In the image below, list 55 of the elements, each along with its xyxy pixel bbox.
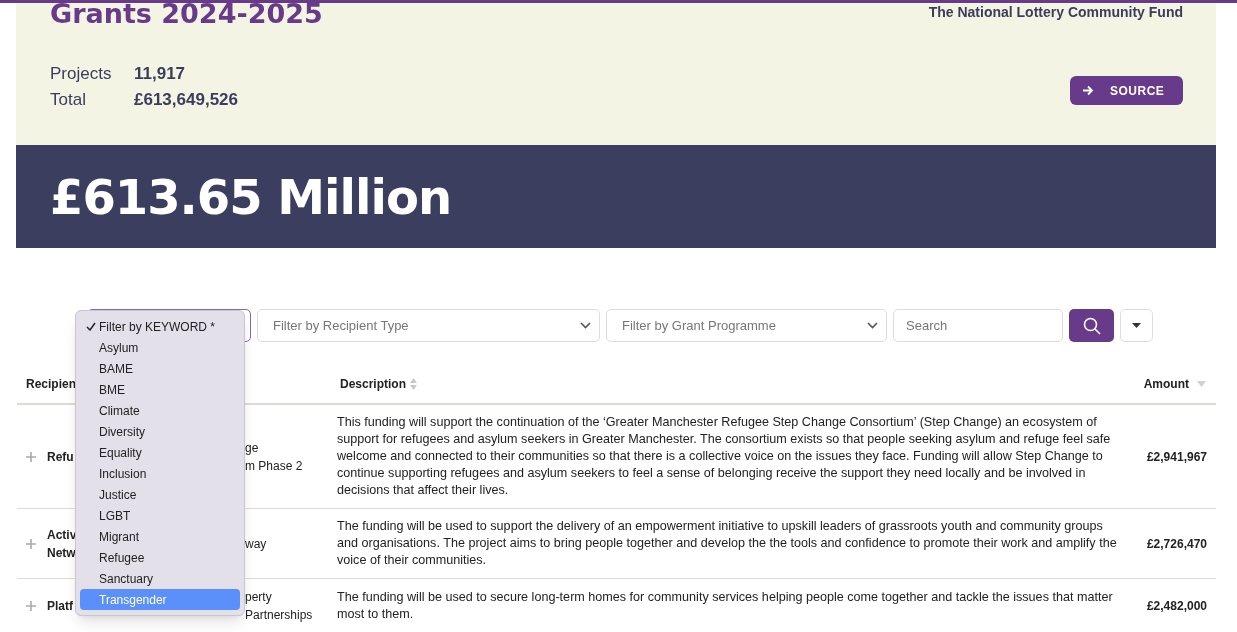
search-icon	[1082, 316, 1101, 335]
grant-programme-select[interactable]: Filter by Grant Programme	[606, 309, 887, 342]
amount-value: £2,726,470	[1145, 535, 1208, 553]
search-field[interactable]: Search	[893, 309, 1063, 342]
menu-option[interactable]: Diversity	[80, 421, 240, 442]
amount-value: £2,482,000	[1145, 598, 1208, 615]
column-header: Recipien	[26, 376, 76, 393]
menu-option[interactable]: Filter by KEYWORD *	[80, 316, 240, 337]
expand-icon[interactable]	[26, 451, 36, 462]
recipient-name: Netw	[47, 544, 76, 562]
menu-option[interactable]: Asylum	[80, 337, 240, 358]
stat-value: £613,649,526	[134, 89, 238, 110]
recipient-name: Activ	[47, 526, 77, 544]
sort-icon[interactable]	[410, 378, 417, 390]
page-title: Grants 2024-2025	[50, 0, 323, 28]
description-text: The funding will be used to secure long-term homes for community services helping people come together and tackle the issues that matter most to them.	[337, 589, 1114, 623]
menu-option[interactable]: Refugee	[80, 547, 240, 568]
chevron-down-icon	[867, 322, 878, 329]
recipient-type-select[interactable]: Filter by Recipient Type	[257, 309, 600, 342]
expand-icon[interactable]	[26, 538, 36, 549]
source-button[interactable]: SOURCE	[1070, 76, 1183, 105]
project-title: way	[245, 535, 267, 553]
recipient-name: Refu	[47, 448, 74, 466]
description-text: The funding will be used to support the delivery of an empowerment initiative to upskill leaders of grassroots youth and community groups and organisations. The project aims to bring people together and develop the the tools and confidence to promote their work and amplify the voice of their communities.	[337, 518, 1118, 569]
organisation-name: The National Lottery Community Fund	[928, 3, 1183, 22]
total-amount: £613.65 Million	[50, 167, 452, 227]
menu-option[interactable]: Inclusion	[80, 463, 240, 484]
project-title: ge	[245, 439, 259, 457]
description-text: This funding will support the continuation of the ‘Greater Manchester Refugee Step Change Consortium’ (Step Change) an ecosystem of support for refugees and asylum seekers in Greater Manchester. The consortium exists so that people seeking asylum and refuge feel safe welcome and connected to their communities so that there is a collective voice on the issues they face. Funding will allow Step Change to continue supporting refugees and asylum seekers to feel a sense of belonging receive the support they need locally and be involved in decisions that affect their lives.	[337, 414, 1112, 499]
project-title: perty	[245, 589, 272, 606]
menu-option[interactable]: Equality	[80, 442, 240, 463]
project-title: m Phase 2	[245, 457, 303, 475]
recipient-name: Platf	[47, 598, 73, 615]
menu-option[interactable]: BAME	[80, 358, 240, 379]
menu-option[interactable]: Sanctuary	[80, 568, 240, 589]
column-header: Description	[340, 376, 406, 393]
menu-option[interactable]: LGBT	[80, 505, 240, 526]
column-header: Amount	[1143, 376, 1189, 393]
search-button[interactable]	[1069, 309, 1114, 342]
stat-value: 11,917	[134, 63, 187, 84]
chevron-down-icon	[580, 322, 591, 329]
menu-option[interactable]: Climate	[80, 400, 240, 421]
project-title: Partnerships	[245, 607, 313, 624]
amount-value: £2,941,967	[1145, 448, 1208, 466]
menu-option[interactable]: BME	[80, 379, 240, 400]
stat-label: Projects	[50, 63, 113, 84]
arrow-right-icon	[1082, 85, 1094, 96]
menu-option[interactable]: Justice	[80, 484, 240, 505]
expand-icon[interactable]	[26, 601, 36, 611]
sort-down-icon[interactable]	[1197, 381, 1206, 387]
stat-label: Total	[50, 89, 87, 110]
options-button[interactable]	[1120, 309, 1153, 342]
menu-option[interactable]: Migrant	[80, 526, 240, 547]
caret-icon	[1132, 323, 1141, 328]
checkmark-icon	[86, 322, 96, 331]
